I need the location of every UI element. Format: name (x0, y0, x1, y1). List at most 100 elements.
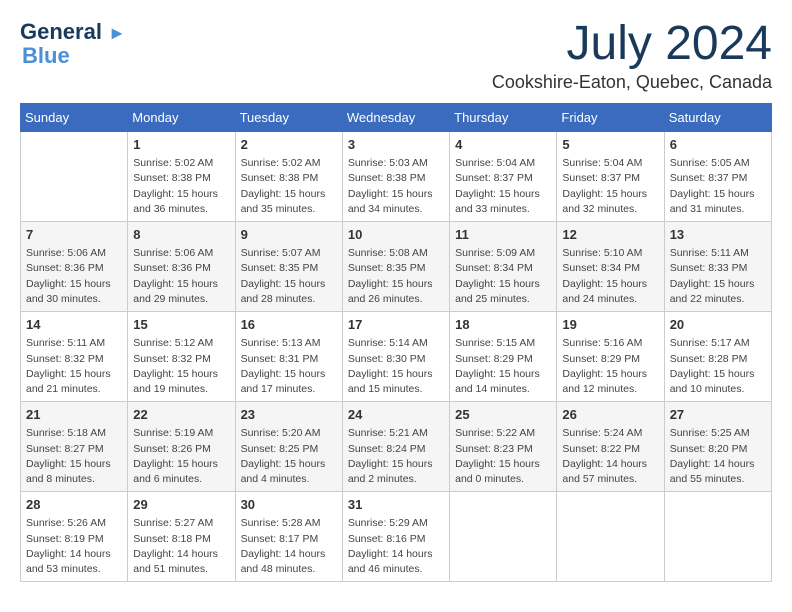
day-number: 16 (241, 316, 337, 334)
calendar-cell: 3 Sunrise: 5:03 AM Sunset: 8:38 PM Daylig… (342, 132, 449, 222)
calendar-cell: 5Sunrise: 5:04 AM Sunset: 8:37 PM Daylig… (557, 132, 664, 222)
calendar-cell: 25 Sunrise: 5:22 AM Sunset: 8:23 PM Dayli… (450, 402, 557, 492)
calendar-cell: 22Sunrise: 5:19 AM Sunset: 8:26 PM Dayli… (128, 402, 235, 492)
header-tuesday: Tuesday (235, 104, 342, 132)
calendar-cell (664, 492, 771, 582)
location-title: Cookshire-Eaton, Quebec, Canada (492, 72, 772, 93)
day-info: Sunrise: 5:11 AM Sunset: 8:33 PM Dayligh… (670, 246, 766, 307)
day-number: 27 (670, 406, 766, 424)
day-info: Sunrise: 5:11 AM Sunset: 8:32 PM Dayligh… (26, 336, 122, 397)
calendar-cell: 7 Sunrise: 5:06 AM Sunset: 8:36 PM Daylig… (21, 222, 128, 312)
calendar-cell: 14 Sunrise: 5:11 AM Sunset: 8:32 PM Dayli… (21, 312, 128, 402)
day-number: 21 (26, 406, 122, 424)
day-number: 9 (241, 226, 337, 244)
day-info: Sunrise: 5:21 AM Sunset: 8:24 PM Dayligh… (348, 426, 444, 487)
header-sunday: Sunday (21, 104, 128, 132)
calendar-cell: 15 Sunrise: 5:12 AM Sunset: 8:32 PM Dayli… (128, 312, 235, 402)
week-row-3: 21 Sunrise: 5:18 AM Sunset: 8:27 PM Dayli… (21, 402, 772, 492)
day-info: Sunrise: 5:17 AM Sunset: 8:28 PM Dayligh… (670, 336, 766, 397)
calendar-cell: 13 Sunrise: 5:11 AM Sunset: 8:33 PM Dayli… (664, 222, 771, 312)
calendar-cell: 29 Sunrise: 5:27 AM Sunset: 8:18 PM Dayli… (128, 492, 235, 582)
calendar-cell: 11 Sunrise: 5:09 AM Sunset: 8:34 PM Dayli… (450, 222, 557, 312)
day-info: Sunrise: 5:03 AM Sunset: 8:38 PM Dayligh… (348, 156, 444, 217)
logo-bird-icon: ► (108, 23, 126, 43)
day-number: 3 (348, 136, 444, 154)
calendar-cell: 21 Sunrise: 5:18 AM Sunset: 8:27 PM Dayli… (21, 402, 128, 492)
calendar-cell (21, 132, 128, 222)
week-row-4: 28 Sunrise: 5:26 AM Sunset: 8:19 PM Dayli… (21, 492, 772, 582)
day-number: 28 (26, 496, 122, 514)
calendar-cell: 9 Sunrise: 5:07 AM Sunset: 8:35 PM Daylig… (235, 222, 342, 312)
day-info: Sunrise: 5:04 AM Sunset: 8:37 PM Dayligh… (562, 156, 658, 217)
title-section: July 2024 Cookshire-Eaton, Quebec, Canad… (492, 20, 772, 93)
day-info: Sunrise: 5:15 AM Sunset: 8:29 PM Dayligh… (455, 336, 551, 397)
day-info: Sunrise: 5:08 AM Sunset: 8:35 PM Dayligh… (348, 246, 444, 307)
day-info: Sunrise: 5:26 AM Sunset: 8:19 PM Dayligh… (26, 516, 122, 577)
day-info: Sunrise: 5:25 AM Sunset: 8:20 PM Dayligh… (670, 426, 766, 487)
calendar-cell: 19 Sunrise: 5:16 AM Sunset: 8:29 PM Dayli… (557, 312, 664, 402)
day-info: Sunrise: 5:07 AM Sunset: 8:35 PM Dayligh… (241, 246, 337, 307)
day-info: Sunrise: 5:06 AM Sunset: 8:36 PM Dayligh… (26, 246, 122, 307)
day-info: Sunrise: 5:29 AM Sunset: 8:16 PM Dayligh… (348, 516, 444, 577)
day-info: Sunrise: 5:02 AM Sunset: 8:38 PM Dayligh… (133, 156, 229, 217)
day-info: Sunrise: 5:20 AM Sunset: 8:25 PM Dayligh… (241, 426, 337, 487)
day-number: 23 (241, 406, 337, 424)
day-number: 29 (133, 496, 229, 514)
calendar-cell: 6 Sunrise: 5:05 AM Sunset: 8:37 PM Daylig… (664, 132, 771, 222)
calendar-cell: 31 Sunrise: 5:29 AM Sunset: 8:16 PM Dayli… (342, 492, 449, 582)
calendar-cell: 4Sunrise: 5:04 AM Sunset: 8:37 PM Daylig… (450, 132, 557, 222)
logo-general: General (20, 19, 102, 44)
calendar-cell: 23 Sunrise: 5:20 AM Sunset: 8:25 PM Dayli… (235, 402, 342, 492)
day-info: Sunrise: 5:28 AM Sunset: 8:17 PM Dayligh… (241, 516, 337, 577)
day-number: 19 (562, 316, 658, 334)
day-info: Sunrise: 5:05 AM Sunset: 8:37 PM Dayligh… (670, 156, 766, 217)
day-info: Sunrise: 5:22 AM Sunset: 8:23 PM Dayligh… (455, 426, 551, 487)
day-info: Sunrise: 5:13 AM Sunset: 8:31 PM Dayligh… (241, 336, 337, 397)
day-number: 13 (670, 226, 766, 244)
day-info: Sunrise: 5:02 AM Sunset: 8:38 PM Dayligh… (241, 156, 337, 217)
day-info: Sunrise: 5:12 AM Sunset: 8:32 PM Dayligh… (133, 336, 229, 397)
header-monday: Monday (128, 104, 235, 132)
day-number: 25 (455, 406, 551, 424)
calendar-cell: 20Sunrise: 5:17 AM Sunset: 8:28 PM Dayli… (664, 312, 771, 402)
header-saturday: Saturday (664, 104, 771, 132)
day-number: 7 (26, 226, 122, 244)
calendar-table: SundayMondayTuesdayWednesdayThursdayFrid… (20, 103, 772, 582)
day-number: 15 (133, 316, 229, 334)
header-wednesday: Wednesday (342, 104, 449, 132)
day-info: Sunrise: 5:14 AM Sunset: 8:30 PM Dayligh… (348, 336, 444, 397)
header-friday: Friday (557, 104, 664, 132)
calendar-cell: 28 Sunrise: 5:26 AM Sunset: 8:19 PM Dayli… (21, 492, 128, 582)
logo-blue: Blue (22, 44, 70, 68)
calendar-cell: 17Sunrise: 5:14 AM Sunset: 8:30 PM Dayli… (342, 312, 449, 402)
week-row-0: 1 Sunrise: 5:02 AM Sunset: 8:38 PM Daylig… (21, 132, 772, 222)
calendar-cell (450, 492, 557, 582)
day-number: 14 (26, 316, 122, 334)
calendar-cell: 12 Sunrise: 5:10 AM Sunset: 8:34 PM Dayli… (557, 222, 664, 312)
day-number: 18 (455, 316, 551, 334)
day-number: 31 (348, 496, 444, 514)
day-number: 10 (348, 226, 444, 244)
week-row-2: 14 Sunrise: 5:11 AM Sunset: 8:32 PM Dayli… (21, 312, 772, 402)
day-number: 1 (133, 136, 229, 154)
day-info: Sunrise: 5:10 AM Sunset: 8:34 PM Dayligh… (562, 246, 658, 307)
calendar-cell: 30Sunrise: 5:28 AM Sunset: 8:17 PM Dayli… (235, 492, 342, 582)
day-info: Sunrise: 5:27 AM Sunset: 8:18 PM Dayligh… (133, 516, 229, 577)
calendar-cell: 26Sunrise: 5:24 AM Sunset: 8:22 PM Dayli… (557, 402, 664, 492)
day-info: Sunrise: 5:18 AM Sunset: 8:27 PM Dayligh… (26, 426, 122, 487)
day-info: Sunrise: 5:09 AM Sunset: 8:34 PM Dayligh… (455, 246, 551, 307)
day-number: 8 (133, 226, 229, 244)
calendar-header-row: SundayMondayTuesdayWednesdayThursdayFrid… (21, 104, 772, 132)
day-number: 24 (348, 406, 444, 424)
calendar-cell (557, 492, 664, 582)
calendar-cell: 8 Sunrise: 5:06 AM Sunset: 8:36 PM Daylig… (128, 222, 235, 312)
day-info: Sunrise: 5:06 AM Sunset: 8:36 PM Dayligh… (133, 246, 229, 307)
calendar-cell: 27 Sunrise: 5:25 AM Sunset: 8:20 PM Dayli… (664, 402, 771, 492)
day-info: Sunrise: 5:24 AM Sunset: 8:22 PM Dayligh… (562, 426, 658, 487)
week-row-1: 7 Sunrise: 5:06 AM Sunset: 8:36 PM Daylig… (21, 222, 772, 312)
page-header: General ► Blue July 2024 Cookshire-Eaton… (20, 20, 772, 93)
day-number: 11 (455, 226, 551, 244)
day-number: 12 (562, 226, 658, 244)
day-number: 6 (670, 136, 766, 154)
day-info: Sunrise: 5:16 AM Sunset: 8:29 PM Dayligh… (562, 336, 658, 397)
